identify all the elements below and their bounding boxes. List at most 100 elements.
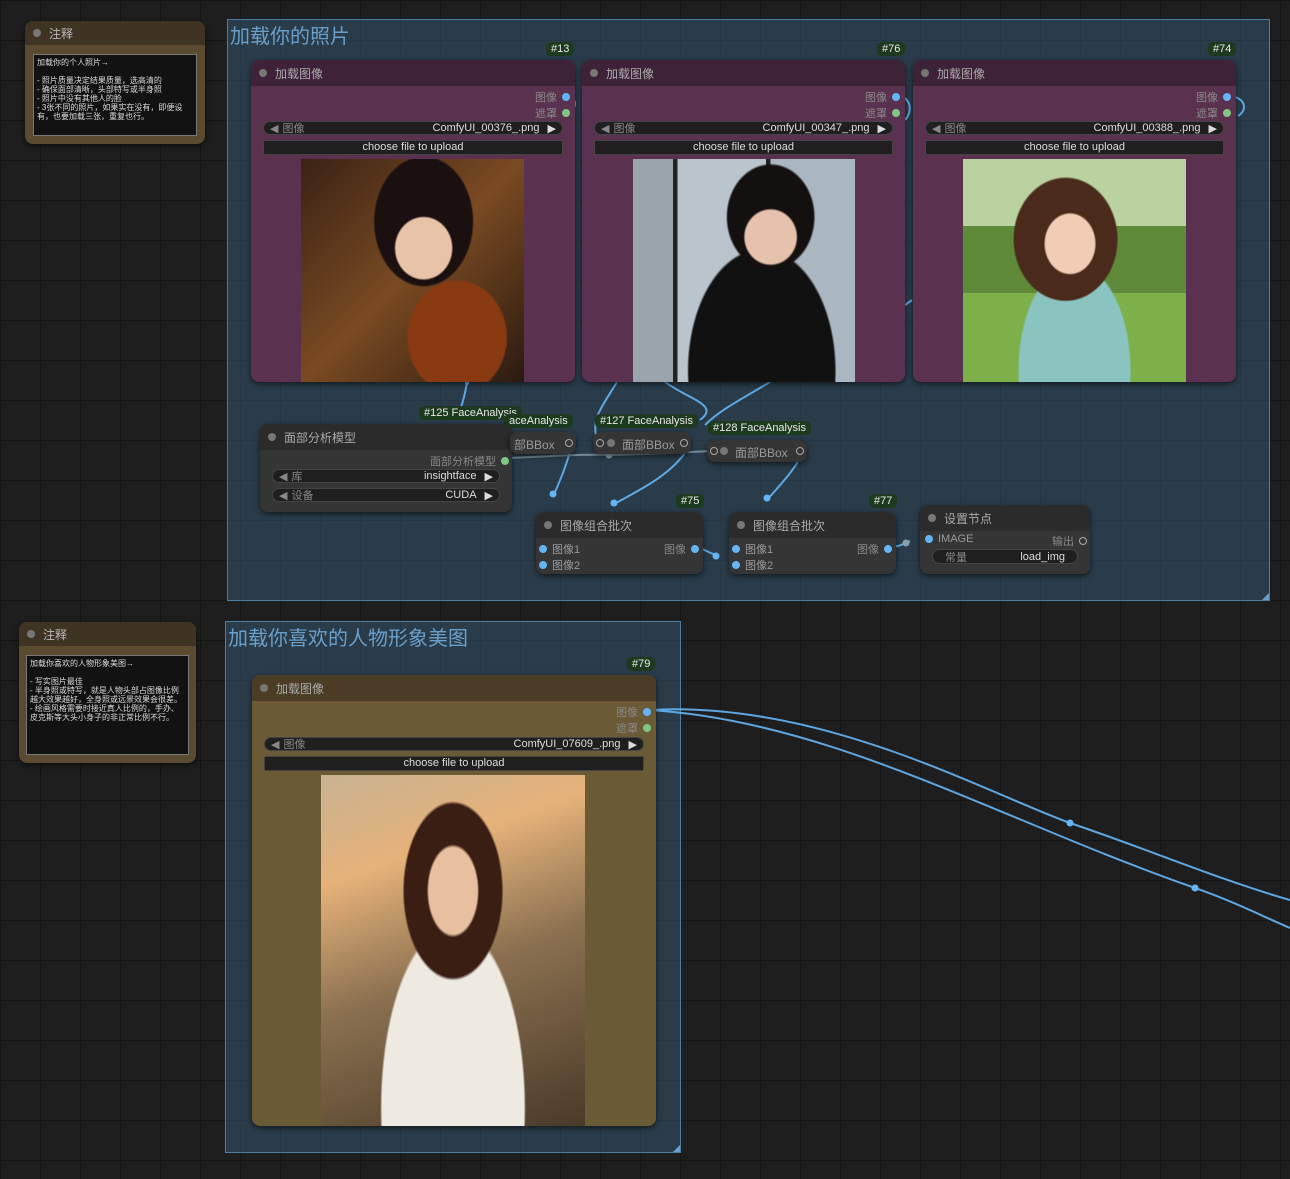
collapse-dot-icon[interactable]: [33, 29, 41, 37]
output-image-slot[interactable]: 图像: [1196, 89, 1231, 105]
image-file-combo[interactable]: ◀ 图像 ComfyUI_07609_.png ▶: [264, 737, 644, 751]
arrow-left-icon[interactable]: ◀: [601, 122, 609, 135]
node-header[interactable]: 加载图像: [252, 675, 656, 701]
arrow-left-icon[interactable]: ◀: [270, 122, 278, 135]
output-mask-slot[interactable]: 遮罩: [616, 720, 651, 736]
image-file-combo[interactable]: ◀ 图像 ComfyUI_00376_.png ▶: [263, 121, 563, 135]
socket-icon[interactable]: [732, 561, 740, 569]
node-header[interactable]: 注释: [19, 622, 196, 646]
input-image2-slot[interactable]: 图像2: [732, 557, 773, 573]
face-bbox-node[interactable]: 面部BBox: [593, 432, 691, 454]
upload-button[interactable]: choose file to upload: [594, 140, 893, 155]
device-combo[interactable]: ◀ 设备 CUDA ▶: [272, 488, 500, 502]
collapse-dot-icon[interactable]: [737, 521, 745, 529]
collapse-dot-icon[interactable]: [544, 521, 552, 529]
socket-icon[interactable]: [1223, 109, 1231, 117]
face-analysis-model-node[interactable]: 面部分析模型 面部分析模型 ◀ 库 insightface ▶ ◀ 设备 CUDA ▶: [260, 424, 512, 512]
note-text[interactable]: 加载你喜欢的人物形象美图→ - 写实图片最佳 - 半身照或特写，就是人物头部占图…: [26, 655, 189, 755]
socket-icon[interactable]: [796, 447, 804, 455]
set-node[interactable]: 设置节点 IMAGE 输出 常量 load_img: [920, 505, 1090, 574]
note-node[interactable]: 注释 加载你的个人照片→ - 照片质量决定结果质量，选高清的 - 确保面部清晰，…: [25, 21, 205, 144]
socket-icon[interactable]: [680, 439, 688, 447]
arrow-right-icon[interactable]: ▶: [1209, 122, 1217, 135]
node-header[interactable]: 加载图像: [913, 60, 1236, 86]
group-resize-handle[interactable]: [673, 1145, 680, 1152]
output-slot[interactable]: 输出: [1052, 533, 1087, 549]
image-file-combo[interactable]: ◀ 图像 ComfyUI_00347_.png ▶: [594, 121, 893, 135]
collapse-dot-icon[interactable]: [720, 447, 728, 455]
output-image-slot[interactable]: 图像: [616, 704, 651, 720]
socket-icon[interactable]: [596, 439, 604, 447]
socket-icon[interactable]: [732, 545, 740, 553]
image-file-combo[interactable]: ◀ 图像 ComfyUI_00388_.png ▶: [925, 121, 1224, 135]
note-node[interactable]: 注释 加载你喜欢的人物形象美图→ - 写实图片最佳 - 半身照或特写，就是人物头…: [19, 622, 196, 763]
collapse-dot-icon[interactable]: [268, 433, 276, 441]
collapse-dot-icon[interactable]: [260, 684, 268, 692]
socket-icon[interactable]: [539, 545, 547, 553]
socket-icon[interactable]: [892, 93, 900, 101]
group-resize-handle[interactable]: [1262, 593, 1269, 600]
collapse-dot-icon[interactable]: [928, 514, 936, 522]
output-mask-slot[interactable]: 遮罩: [1196, 105, 1231, 121]
node-header[interactable]: 设置节点: [920, 505, 1090, 531]
collapse-dot-icon[interactable]: [921, 69, 929, 77]
arrow-right-icon[interactable]: ▶: [485, 470, 493, 483]
note-text[interactable]: 加载你的个人照片→ - 照片质量决定结果质量，选高清的 - 确保面部清晰，头部特…: [33, 54, 197, 136]
node-header[interactable]: 图像组合批次: [536, 512, 703, 538]
output-image-slot[interactable]: 图像: [535, 89, 570, 105]
input-image2-slot[interactable]: 图像2: [539, 557, 580, 573]
upload-button[interactable]: choose file to upload: [925, 140, 1224, 155]
socket-icon[interactable]: [562, 93, 570, 101]
load-image-node[interactable]: 加载图像 图像 遮罩 ◀ 图像 ComfyUI_00388_.png ▶ choos…: [913, 60, 1236, 382]
output-mask-slot[interactable]: 遮罩: [865, 105, 900, 121]
input-image1-slot[interactable]: 图像1: [732, 541, 773, 557]
face-bbox-node-partial[interactable]: 部BBox: [510, 432, 576, 454]
arrow-left-icon[interactable]: ◀: [271, 738, 279, 751]
socket-icon[interactable]: [562, 109, 570, 117]
socket-icon[interactable]: [501, 457, 509, 465]
upload-button[interactable]: choose file to upload: [263, 140, 563, 155]
socket-icon[interactable]: [565, 439, 573, 447]
collapse-dot-icon[interactable]: [259, 69, 267, 77]
load-image-node[interactable]: 加载图像 图像 遮罩 ◀ 图像 ComfyUI_07609_.png ▶ choos…: [252, 675, 656, 1126]
arrow-right-icon[interactable]: ▶: [878, 122, 886, 135]
output-image-slot[interactable]: 图像: [664, 541, 699, 557]
node-header[interactable]: 加载图像: [251, 60, 575, 86]
input-image1-slot[interactable]: 图像1: [539, 541, 580, 557]
socket-icon[interactable]: [643, 724, 651, 732]
socket-icon[interactable]: [1223, 93, 1231, 101]
arrow-right-icon[interactable]: ▶: [485, 489, 493, 502]
arrow-left-icon[interactable]: ◀: [279, 470, 287, 483]
arrow-right-icon[interactable]: ▶: [629, 738, 637, 751]
socket-icon[interactable]: [1079, 537, 1087, 545]
face-bbox-node[interactable]: 面部BBox: [707, 440, 807, 462]
output-image-slot[interactable]: 图像: [865, 89, 900, 105]
library-combo[interactable]: ◀ 库 insightface ▶: [272, 469, 500, 483]
node-header[interactable]: 加载图像: [582, 60, 905, 86]
socket-icon[interactable]: [643, 708, 651, 716]
load-image-node[interactable]: 加载图像 图像 遮罩 ◀ 图像 ComfyUI_00376_.png ▶ choos…: [251, 60, 575, 382]
node-header[interactable]: 图像组合批次: [729, 512, 896, 538]
node-header[interactable]: 注释: [25, 21, 205, 45]
socket-icon[interactable]: [884, 545, 892, 553]
input-image-slot[interactable]: IMAGE: [925, 533, 973, 545]
collapse-dot-icon[interactable]: [590, 69, 598, 77]
socket-icon[interactable]: [691, 545, 699, 553]
arrow-left-icon[interactable]: ◀: [279, 489, 287, 502]
output-mask-slot[interactable]: 遮罩: [535, 105, 570, 121]
arrow-right-icon[interactable]: ▶: [548, 122, 556, 135]
output-image-slot[interactable]: 图像: [857, 541, 892, 557]
image-batch-node[interactable]: 图像组合批次 图像1 图像2 图像: [729, 512, 896, 574]
collapse-dot-icon[interactable]: [607, 439, 615, 447]
load-image-node[interactable]: 加载图像 图像 遮罩 ◀ 图像 ComfyUI_00347_.png ▶ choos…: [582, 60, 905, 382]
socket-icon[interactable]: [710, 447, 718, 455]
socket-icon[interactable]: [892, 109, 900, 117]
image-batch-node[interactable]: 图像组合批次 图像1 图像2 图像: [536, 512, 703, 574]
constant-field[interactable]: 常量 load_img: [932, 549, 1078, 564]
socket-icon[interactable]: [539, 561, 547, 569]
output-face-model-slot[interactable]: 面部分析模型: [430, 453, 509, 469]
socket-icon[interactable]: [925, 535, 933, 543]
arrow-left-icon[interactable]: ◀: [932, 122, 940, 135]
collapse-dot-icon[interactable]: [27, 630, 35, 638]
upload-button[interactable]: choose file to upload: [264, 756, 644, 771]
